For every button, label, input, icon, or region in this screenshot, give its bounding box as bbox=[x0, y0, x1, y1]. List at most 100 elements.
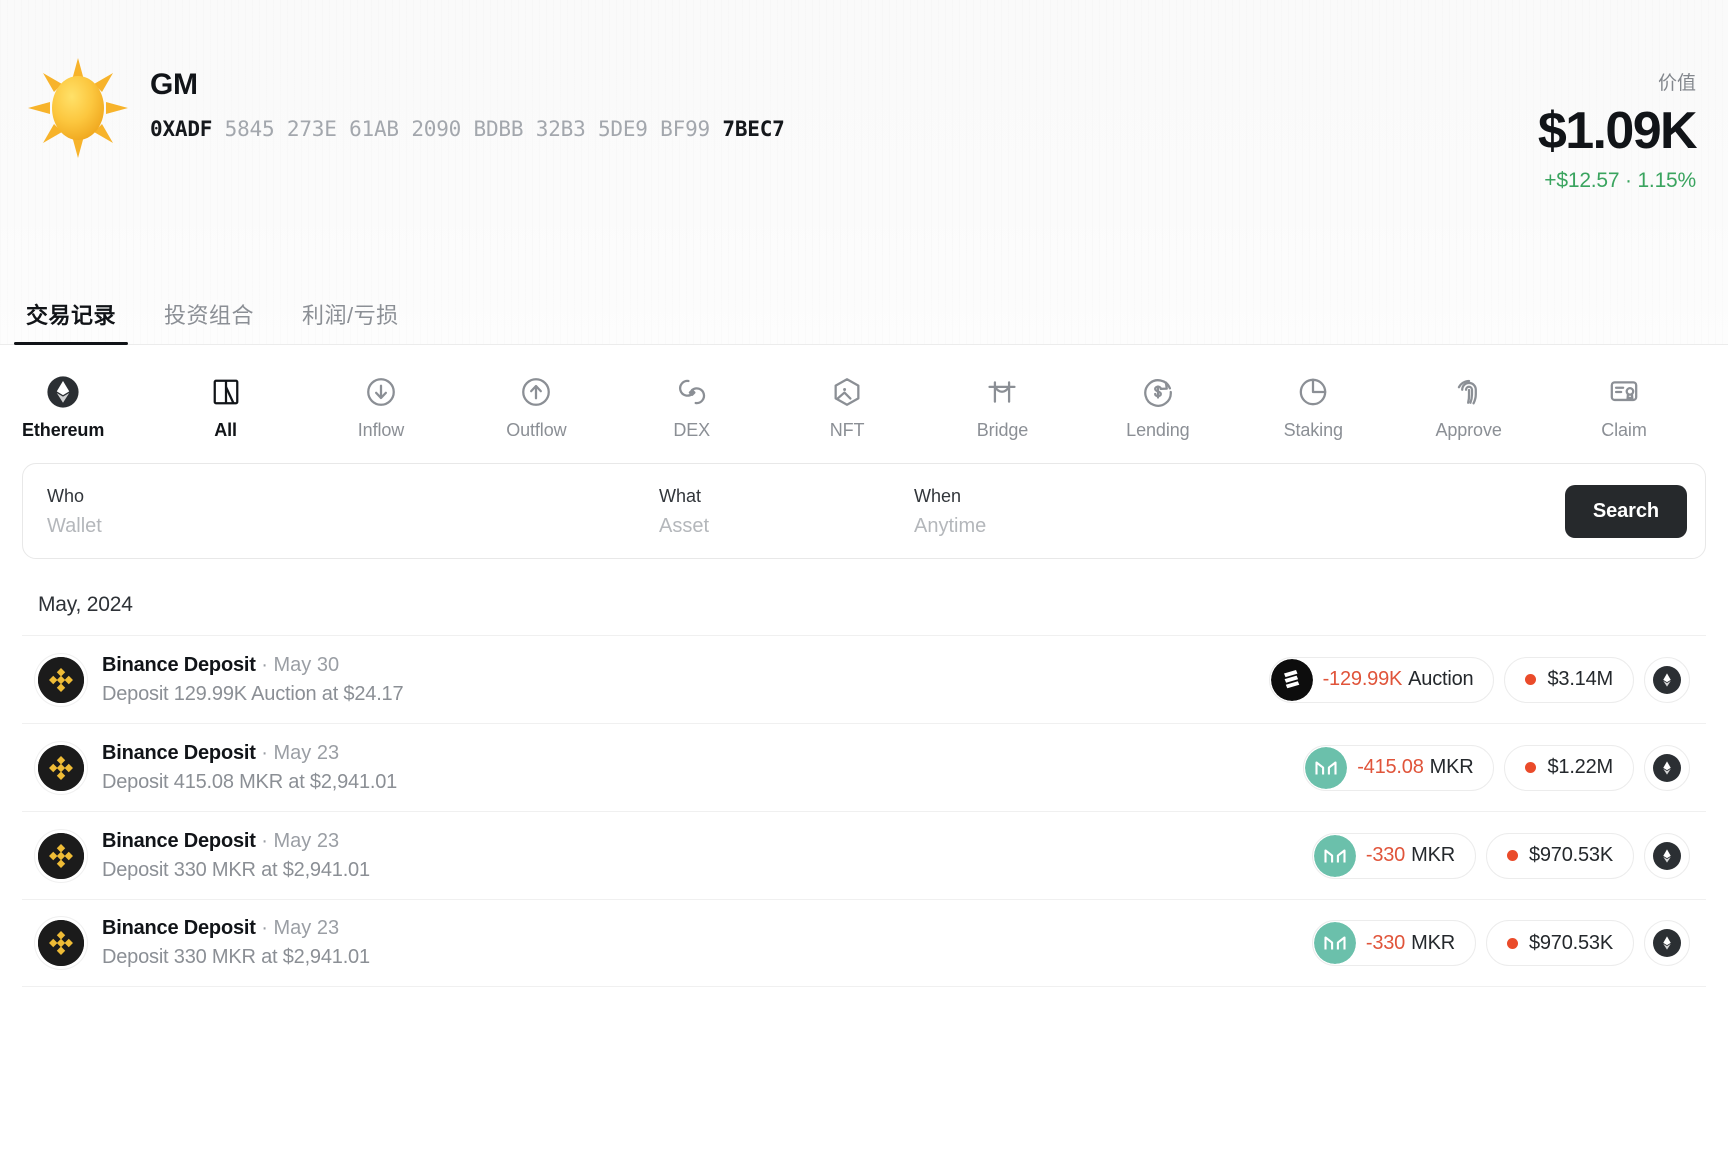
maker-mkr-token-icon bbox=[1313, 922, 1356, 964]
tab-transactions[interactable]: 交易记录 bbox=[13, 302, 129, 345]
transaction-subtitle: Deposit 129.99K Auction at $24.17 bbox=[102, 682, 404, 705]
transaction-type-filter-bar: Ethereum All Inflow Outflow DEX NFT Bridge Lend… bbox=[0, 345, 1680, 441]
token-amount-badge[interactable]: -129.99K Auction bbox=[1268, 656, 1495, 703]
address-suffix: 7BEC7 bbox=[722, 117, 785, 141]
tab-label: 投资组合 bbox=[164, 303, 255, 328]
filter-outflow[interactable]: Outflow bbox=[502, 375, 570, 441]
address-prefix: 0XADF bbox=[150, 117, 213, 141]
lending-dollar-refresh-icon bbox=[1141, 375, 1175, 409]
token-symbol: MKR bbox=[1429, 756, 1474, 778]
outflow-arrow-up-circle-icon bbox=[519, 375, 553, 409]
binance-icon bbox=[38, 832, 84, 879]
filter-label: Staking bbox=[1283, 420, 1343, 440]
tab-pnl[interactable]: 利润/亏损 bbox=[298, 302, 403, 344]
dex-swap-icon bbox=[675, 375, 709, 409]
transaction-list: Binance Deposit · May 30 Deposit 129.99K … bbox=[0, 635, 1728, 987]
usd-value-badge[interactable]: $970.53K bbox=[1485, 920, 1634, 966]
transaction-description: Binance Deposit · May 23 Deposit 330 MKR … bbox=[102, 916, 370, 970]
ethereum-icon bbox=[1653, 665, 1681, 694]
usd-value: $1.22M bbox=[1547, 756, 1613, 778]
all-icon bbox=[211, 375, 241, 409]
token-symbol: Auction bbox=[1408, 668, 1474, 690]
transaction-date: · May 30 bbox=[261, 653, 340, 676]
tab-bar: 交易记录 投资组合 利润/亏损 bbox=[0, 283, 1728, 345]
nft-hexagon-image-icon bbox=[830, 375, 864, 409]
transaction-subtitle: Deposit 415.08 MKR at $2,941.01 bbox=[102, 770, 398, 793]
filter-label: NFT bbox=[829, 420, 865, 440]
status-dot-icon bbox=[1506, 937, 1518, 949]
auction-token-icon bbox=[1270, 658, 1313, 701]
transaction-title: Binance Deposit bbox=[102, 917, 256, 939]
sun-emoji-avatar bbox=[28, 58, 128, 158]
wallet-name: GM bbox=[150, 68, 198, 101]
portfolio-value-block: 价值 $1.09K +$12.57 · 1.15% bbox=[1538, 52, 1698, 194]
ethereum-icon bbox=[1653, 753, 1681, 782]
search-when-field[interactable]: When Anytime bbox=[914, 486, 1394, 537]
inflow-arrow-down-circle-icon bbox=[364, 375, 398, 409]
month-header: May, 2024 bbox=[38, 593, 133, 616]
search-what-input[interactable]: Asset bbox=[659, 515, 914, 537]
filter-lending[interactable]: Lending bbox=[1124, 375, 1192, 441]
transaction-subtitle: Deposit 330 MKR at $2,941.01 bbox=[102, 858, 370, 881]
filter-nft[interactable]: NFT bbox=[813, 375, 881, 441]
usd-value-badge[interactable]: $3.14M bbox=[1504, 656, 1634, 703]
ethereum-icon bbox=[1653, 929, 1681, 957]
filter-label: Lending bbox=[1126, 420, 1190, 440]
filter-bridge[interactable]: Bridge bbox=[968, 375, 1036, 441]
tab-label: 交易记录 bbox=[26, 303, 117, 328]
search-button[interactable]: Search bbox=[1564, 484, 1687, 538]
transaction-description: Binance Deposit · May 30 Deposit 129.99K … bbox=[102, 653, 404, 707]
transaction-badges: -330 MKR $970.53K bbox=[1311, 832, 1690, 879]
chain-badge[interactable] bbox=[1644, 656, 1690, 703]
transaction-row[interactable]: Binance Deposit · May 23 Deposit 330 MKR … bbox=[22, 899, 1706, 987]
search-when-input[interactable]: Anytime bbox=[914, 515, 1394, 537]
transaction-row[interactable]: Binance Deposit · May 23 Deposit 415.08 M… bbox=[22, 723, 1706, 811]
transaction-title: Binance Deposit bbox=[102, 829, 256, 852]
approve-fingerprint-icon bbox=[1452, 375, 1486, 409]
usd-value-badge[interactable]: $970.53K bbox=[1485, 832, 1634, 879]
usd-value: $970.53K bbox=[1528, 931, 1613, 954]
filter-inflow[interactable]: Inflow bbox=[347, 375, 415, 441]
staking-pie-icon bbox=[1296, 375, 1330, 409]
chain-badge[interactable] bbox=[1644, 744, 1690, 791]
wallet-identity: GM 0XADF 5845 273E 61AB 2090 BDBB 32B3 5… bbox=[150, 52, 785, 142]
token-amount-badge[interactable]: -330 MKR bbox=[1311, 920, 1476, 966]
token-amount: -330 bbox=[1365, 844, 1406, 866]
tab-label: 利润/亏损 bbox=[302, 303, 399, 328]
search-what-field[interactable]: What Asset bbox=[659, 486, 914, 537]
token-amount-badge[interactable]: -330 MKR bbox=[1311, 832, 1476, 879]
search-who-label: Who bbox=[47, 485, 85, 506]
transaction-row[interactable]: Binance Deposit · May 23 Deposit 330 MKR … bbox=[22, 811, 1706, 899]
filter-all[interactable]: All bbox=[192, 375, 260, 441]
search-who-field[interactable]: Who Wallet bbox=[47, 486, 659, 537]
filter-dex[interactable]: DEX bbox=[658, 375, 726, 441]
usd-value: $970.53K bbox=[1528, 844, 1613, 866]
token-amount: -415.08 bbox=[1357, 756, 1424, 778]
chain-badge[interactable] bbox=[1644, 832, 1690, 879]
token-symbol: MKR bbox=[1411, 931, 1455, 954]
filter-approve[interactable]: Approve bbox=[1435, 375, 1503, 441]
search-what-label: What bbox=[659, 485, 702, 506]
binance-icon bbox=[38, 656, 84, 703]
filter-label: Claim bbox=[1601, 420, 1647, 440]
filter-ethereum[interactable]: Ethereum bbox=[22, 375, 104, 441]
wallet-address[interactable]: 0XADF 5845 273E 61AB 2090 BDBB 32B3 5DE9… bbox=[150, 116, 785, 142]
value-label: 价值 bbox=[1657, 73, 1696, 94]
maker-mkr-token-icon bbox=[1305, 746, 1348, 789]
transaction-badges: -129.99K Auction $3.14M bbox=[1268, 656, 1690, 703]
filter-staking[interactable]: Staking bbox=[1279, 375, 1347, 441]
usd-value-badge[interactable]: $1.22M bbox=[1504, 744, 1634, 791]
chain-badge[interactable] bbox=[1644, 920, 1690, 966]
binance-icon bbox=[38, 744, 84, 791]
filter-claim[interactable]: Claim bbox=[1590, 375, 1658, 441]
search-who-input[interactable]: Wallet bbox=[47, 515, 659, 537]
transaction-date: · May 23 bbox=[261, 829, 340, 852]
filter-label: Inflow bbox=[357, 420, 405, 440]
transaction-row[interactable]: Binance Deposit · May 30 Deposit 129.99K … bbox=[22, 635, 1706, 723]
ethereum-icon bbox=[1653, 841, 1681, 870]
token-amount-badge[interactable]: -415.08 MKR bbox=[1303, 744, 1495, 791]
avatar bbox=[22, 52, 134, 164]
tab-portfolio[interactable]: 投资组合 bbox=[160, 302, 258, 344]
filter-label: Approve bbox=[1435, 420, 1502, 440]
search-panel: Who Wallet What Asset When Anytime Searc… bbox=[22, 463, 1706, 559]
